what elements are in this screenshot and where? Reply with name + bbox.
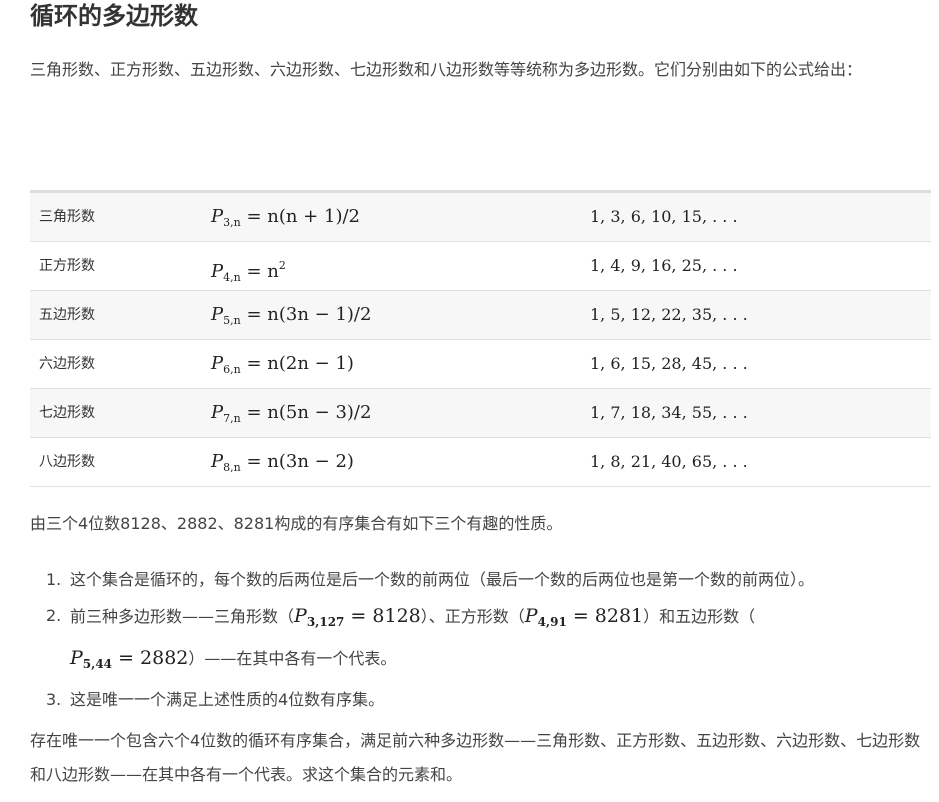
table-row: 五边形数 P5,n = n(3n − 1)/2 1, 5, 12, 22, 35… xyxy=(30,291,931,340)
table-row: 八边形数 P8,n = n(3n − 2) 1, 8, 21, 40, 65, … xyxy=(30,438,931,487)
page-title: 循环的多边形数 xyxy=(30,2,198,30)
list-item: 2. 前三种多边形数——三角形数（P3,127 = 8128）、正方形数（P4,… xyxy=(36,598,926,682)
table-row: 六边形数 P6,n = n(2n − 1) 1, 6, 15, 28, 45, … xyxy=(30,340,931,389)
row-name: 三角形数 xyxy=(39,209,95,225)
row-name: 五边形数 xyxy=(39,307,95,323)
row-name: 七边形数 xyxy=(39,405,95,421)
closing-paragraph: 存在唯一一个包含六个4位数的循环有序集合，满足前六种多边形数——三角形数、正方形… xyxy=(30,731,921,784)
row-name: 八边形数 xyxy=(39,454,95,470)
math-p3: P3,127 = 8128 xyxy=(294,605,421,629)
list-item-text: 前三种多边形数——三角形数（ xyxy=(70,607,295,626)
intro-paragraph: 三角形数、正方形数、五边形数、六边形数、七边形数和八边形数等等统称为多边形数。它… xyxy=(30,60,863,79)
row-name: 六边形数 xyxy=(39,356,95,372)
row-sequence: 1, 6, 15, 28, 45, . . . xyxy=(590,354,748,373)
row-formula: P5,n = n(3n − 1)/2 xyxy=(211,304,372,327)
list-number: 2. xyxy=(46,606,62,625)
lead-paragraph: 由三个4位数8128、2882、8281构成的有序集合有如下三个有趣的性质。 xyxy=(30,514,563,533)
list-number: 3. xyxy=(46,690,62,709)
row-sequence: 1, 3, 6, 10, 15, . . . xyxy=(590,207,738,226)
list-item-text: 这个集合是循环的，每个数的后两位是后一个数的前两位（最后一个数的后两位也是第一个… xyxy=(70,570,815,589)
row-formula: P3,n = n(n + 1)/2 xyxy=(211,206,360,229)
list-item: 1. 这个集合是循环的，每个数的后两位是后一个数的前两位（最后一个数的后两位也是… xyxy=(36,562,926,598)
property-list: 1. 这个集合是循环的，每个数的后两位是后一个数的前两位（最后一个数的后两位也是… xyxy=(36,562,926,718)
table-row: 正方形数 P4,n = n2 1, 4, 9, 16, 25, . . . xyxy=(30,242,931,291)
math-p5: P5,44 = 2882 xyxy=(70,647,189,671)
polygonal-formula-table: 三角形数 P3,n = n(n + 1)/2 1, 3, 6, 10, 15, … xyxy=(30,190,931,487)
row-formula: P6,n = n(2n − 1) xyxy=(211,353,354,376)
list-number: 1. xyxy=(46,570,62,589)
list-item: 3. 这是唯一一个满足上述性质的4位数有序集。 xyxy=(36,682,926,718)
table-row: 三角形数 P3,n = n(n + 1)/2 1, 3, 6, 10, 15, … xyxy=(30,193,931,242)
article: 循环的多边形数 三角形数、正方形数、五边形数、六边形数、七边形数和八边形数等等统… xyxy=(0,0,939,802)
row-formula: P4,n = n2 xyxy=(211,259,286,284)
table-row: 七边形数 P7,n = n(5n − 3)/2 1, 7, 18, 34, 55… xyxy=(30,389,931,438)
row-sequence: 1, 8, 21, 40, 65, . . . xyxy=(590,452,748,471)
row-sequence: 1, 7, 18, 34, 55, . . . xyxy=(590,403,748,422)
list-item-text: 这是唯一一个满足上述性质的4位数有序集。 xyxy=(70,690,385,709)
row-sequence: 1, 4, 9, 16, 25, . . . xyxy=(590,256,738,275)
math-p4: P4,91 = 8281 xyxy=(524,605,644,629)
row-formula: P7,n = n(5n − 3)/2 xyxy=(211,402,372,425)
row-formula: P8,n = n(3n − 2) xyxy=(211,451,354,474)
row-sequence: 1, 5, 12, 22, 35, . . . xyxy=(590,305,748,324)
row-name: 正方形数 xyxy=(39,258,95,274)
